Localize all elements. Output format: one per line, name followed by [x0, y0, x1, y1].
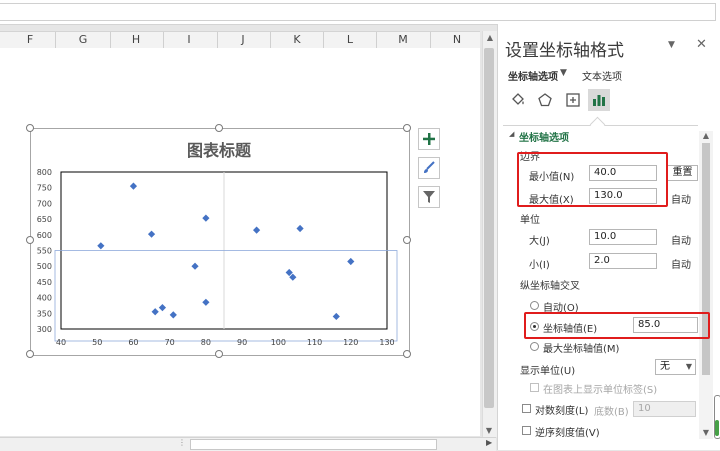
x-tick-label: 100: [271, 338, 286, 347]
y-tick-label: 450: [37, 278, 52, 287]
brush-icon: [424, 161, 435, 173]
y-tick-label: 650: [37, 215, 52, 224]
pentagon-icon: [538, 93, 552, 107]
major-unit-input[interactable]: 10.0: [589, 229, 657, 245]
show-units-checkbox[interactable]: [530, 383, 539, 392]
cross-value-highlight: [524, 312, 710, 339]
column-i[interactable]: I: [162, 32, 216, 48]
plus-icon: [423, 133, 435, 145]
x-tick-label: 120: [343, 338, 358, 347]
y-tick-label: 500: [37, 262, 52, 271]
split-handle-icon[interactable]: ⋮: [178, 438, 186, 447]
y-tick-label: 700: [37, 199, 52, 208]
zoom-indicator-fill: [715, 420, 719, 436]
x-tick-label: 90: [237, 338, 247, 347]
log-base-label: 底数(B): [594, 407, 629, 418]
paint-bucket-icon: [512, 93, 524, 105]
close-icon[interactable]: ✕: [696, 37, 707, 52]
y-tick-label: 400: [37, 294, 52, 303]
column-h[interactable]: H: [109, 32, 163, 48]
bounds-highlight: [517, 152, 668, 207]
resize-handle[interactable]: [215, 350, 223, 358]
units-label: 单位: [520, 215, 540, 226]
minor-unit-label: 小(I): [529, 260, 550, 271]
cross-max-radio[interactable]: [530, 342, 539, 351]
reverse-order-checkbox[interactable]: [522, 426, 531, 435]
max-auto-link[interactable]: 自动: [671, 191, 691, 206]
log-base-input[interactable]: 10: [633, 401, 696, 417]
scroll-up-icon[interactable]: ▲: [483, 33, 497, 42]
resize-handle[interactable]: [26, 350, 34, 358]
chart-title[interactable]: 图表标题: [30, 137, 408, 161]
x-tick-label: 60: [128, 338, 138, 347]
x-tick-label: 130: [379, 338, 394, 347]
resize-handle[interactable]: [26, 124, 34, 132]
scroll-down-icon[interactable]: ▼: [699, 428, 713, 437]
log-scale-checkbox[interactable]: [522, 404, 531, 413]
fill-line-button[interactable]: [507, 89, 529, 111]
pane-title: 设置坐标轴格式: [505, 41, 624, 61]
y-tick-label: 300: [37, 325, 52, 334]
minor-auto-link[interactable]: 自动: [671, 256, 691, 271]
filter-icon: [423, 191, 435, 203]
chart-elements-button[interactable]: [418, 128, 440, 150]
bar-chart-icon: [593, 95, 605, 106]
axis-options-button[interactable]: [588, 89, 610, 111]
chevron-down-icon[interactable]: ▼: [668, 40, 675, 50]
size-properties-button[interactable]: [562, 89, 584, 111]
cross-max-label[interactable]: 最大坐标轴值(M): [543, 340, 619, 355]
scroll-right-icon[interactable]: ▶: [486, 438, 492, 447]
resize-handle[interactable]: [403, 350, 411, 358]
size-properties-icon: [566, 93, 580, 107]
column-j[interactable]: J: [216, 32, 270, 48]
display-units-select[interactable]: 无 ▼: [655, 359, 696, 375]
x-tick-label: 40: [56, 338, 66, 347]
tab-text-options[interactable]: 文本选项: [582, 68, 622, 83]
x-tick-label: 50: [92, 338, 102, 347]
chevron-down-icon: ▼: [685, 362, 692, 371]
x-tick-label: 110: [307, 338, 322, 347]
column-g[interactable]: G: [56, 32, 110, 48]
scroll-up-icon[interactable]: ▲: [699, 131, 713, 140]
collapse-icon[interactable]: ◢: [509, 130, 514, 138]
chevron-down-icon[interactable]: ▼: [560, 68, 567, 78]
y-tick-label: 550: [37, 247, 52, 256]
y-tick-label: 350: [37, 309, 52, 318]
horizontal-scroll-thumb[interactable]: [190, 439, 437, 450]
column-l[interactable]: L: [323, 32, 377, 48]
x-tick-label: 70: [165, 338, 175, 347]
sheet-scroll-thumb[interactable]: [484, 48, 494, 408]
section-axis-options[interactable]: 坐标轴选项: [519, 129, 569, 144]
display-units-value: 无: [660, 361, 670, 372]
resize-handle[interactable]: [403, 124, 411, 132]
resize-handle[interactable]: [215, 124, 223, 132]
major-unit-label: 大(J): [529, 236, 550, 247]
chart-styles-button[interactable]: [418, 157, 440, 179]
column-m[interactable]: M: [376, 32, 430, 48]
pane-scroll-thumb[interactable]: [702, 143, 710, 375]
y-tick-label: 800: [37, 168, 52, 177]
cross-auto-radio[interactable]: [530, 301, 539, 310]
cross-label: 纵坐标轴交叉: [520, 281, 580, 292]
formula-input[interactable]: [0, 3, 716, 21]
column-k[interactable]: K: [270, 32, 324, 48]
log-scale-label[interactable]: 对数刻度(L): [535, 402, 588, 417]
y-tick-label: 750: [37, 184, 52, 193]
minor-unit-input[interactable]: 2.0: [589, 253, 657, 269]
y-tick-label: 600: [37, 231, 52, 240]
column-f[interactable]: F: [3, 32, 57, 48]
effects-button[interactable]: [534, 89, 556, 111]
show-units-label: 在图表上显示单位标签(S): [543, 385, 658, 396]
scroll-down-icon[interactable]: ▼: [482, 426, 496, 435]
column-n[interactable]: N: [430, 32, 484, 48]
tab-axis-options[interactable]: 坐标轴选项: [508, 68, 558, 83]
x-tick-label: 80: [201, 338, 211, 347]
display-units-label: 显示单位(U): [520, 366, 576, 377]
chart-filters-button[interactable]: [418, 186, 440, 208]
column-header: F G H I J K L M N: [0, 31, 480, 49]
scatter-plot[interactable]: 800 750 700 650 600 550 500 450 400 350 300 40 50 60 7…: [30, 160, 408, 350]
reverse-order-label[interactable]: 逆序刻度值(V): [535, 424, 600, 439]
major-auto-link[interactable]: 自动: [671, 232, 691, 247]
reset-button[interactable]: 重置: [667, 165, 698, 181]
